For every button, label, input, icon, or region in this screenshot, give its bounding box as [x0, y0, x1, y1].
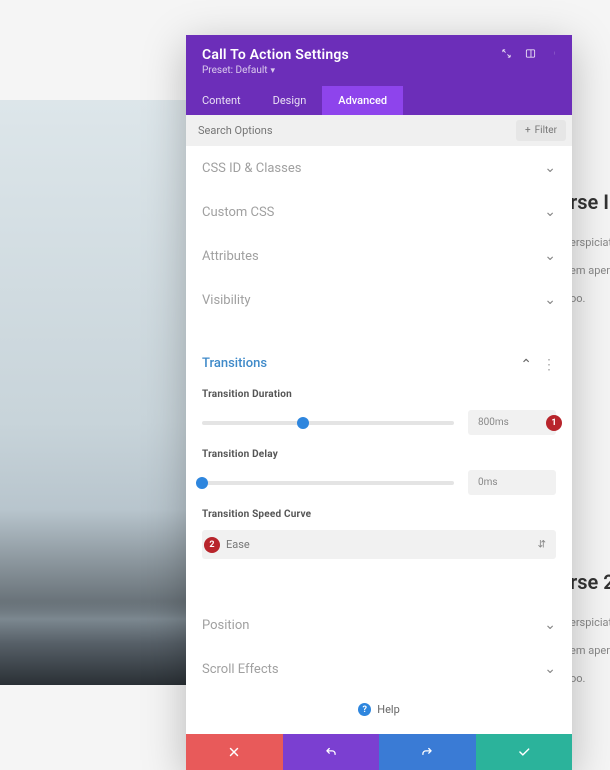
- section-label: Position: [202, 618, 249, 633]
- chevron-down-icon: ⌄: [544, 617, 556, 633]
- save-button[interactable]: [476, 734, 573, 770]
- search-input[interactable]: [186, 115, 510, 146]
- duration-slider[interactable]: [202, 421, 454, 425]
- bg-para: erspiciati: [570, 232, 610, 254]
- help-label: Help: [377, 703, 400, 716]
- search-bar: + Filter: [186, 115, 572, 146]
- section-visibility[interactable]: Visibility ⌄: [202, 278, 556, 322]
- select-value: Ease: [226, 538, 250, 551]
- chevron-down-icon: ⌄: [544, 248, 556, 264]
- close-icon: [227, 745, 241, 759]
- field-transition-speed-curve: Transition Speed Curve 2 Ease ⇵: [202, 509, 556, 559]
- delay-slider[interactable]: [202, 481, 454, 485]
- section-label: Attributes: [202, 249, 259, 264]
- plus-icon: +: [525, 125, 531, 136]
- speed-curve-select[interactable]: Ease: [202, 530, 556, 559]
- select-arrow-icon: ⇵: [538, 539, 546, 550]
- check-icon: [517, 745, 531, 759]
- section-label: Visibility: [202, 293, 251, 308]
- footer-actions: [186, 734, 572, 770]
- transitions-content: Transition Duration 800ms 1 Transition D…: [202, 387, 556, 585]
- section-label: Transitions: [202, 356, 267, 371]
- background-page-content: rse I erspiciati em aperi oo. rse 2 ersp…: [570, 190, 610, 690]
- slider-thumb[interactable]: [297, 417, 309, 429]
- help-link[interactable]: ? Help: [202, 691, 556, 730]
- chevron-down-icon: ⌄: [544, 292, 556, 308]
- annotation-marker-2: 2: [204, 537, 220, 553]
- section-css-id-classes[interactable]: CSS ID & Classes ⌄: [202, 146, 556, 190]
- tab-advanced[interactable]: Advanced: [322, 86, 403, 115]
- preset-selector[interactable]: Preset: Default▾: [202, 65, 556, 76]
- filter-button[interactable]: + Filter: [516, 120, 566, 141]
- section-custom-css[interactable]: Custom CSS ⌄: [202, 190, 556, 234]
- bg-heading-2: rse 2: [570, 570, 610, 594]
- bg-para: oo.: [570, 668, 610, 690]
- bg-para: em aperi: [570, 260, 610, 282]
- chevron-up-icon: ⌃: [520, 357, 532, 373]
- cancel-button[interactable]: [186, 734, 283, 770]
- field-transition-delay: Transition Delay 0ms: [202, 449, 556, 495]
- section-position[interactable]: Position ⌄: [202, 603, 556, 647]
- preset-label: Preset: Default: [202, 65, 268, 76]
- tab-design[interactable]: Design: [257, 86, 323, 115]
- bg-heading-1: rse I: [570, 190, 610, 214]
- tab-content[interactable]: Content: [186, 86, 257, 115]
- chevron-down-icon: ⌄: [544, 204, 556, 220]
- delay-value[interactable]: 0ms: [468, 470, 556, 495]
- chevron-down-icon: ▾: [271, 66, 276, 76]
- field-transition-duration: Transition Duration 800ms 1: [202, 389, 556, 435]
- more-icon[interactable]: ⋮: [542, 357, 556, 373]
- section-label: Scroll Effects: [202, 662, 279, 677]
- duration-value[interactable]: 800ms: [468, 410, 556, 435]
- filter-label: Filter: [535, 125, 557, 136]
- field-label: Transition Duration: [202, 389, 556, 400]
- more-icon[interactable]: [548, 47, 560, 59]
- bg-para: erspiciati: [570, 612, 610, 634]
- settings-panel: Call To Action Settings Preset: Default▾…: [186, 35, 572, 770]
- chevron-down-icon: ⌄: [544, 661, 556, 677]
- help-icon: ?: [358, 703, 371, 716]
- redo-icon: [420, 745, 434, 759]
- redo-button[interactable]: [379, 734, 476, 770]
- field-label: Transition Delay: [202, 449, 556, 460]
- slider-thumb[interactable]: [196, 477, 208, 489]
- section-label: CSS ID & Classes: [202, 161, 301, 176]
- section-attributes[interactable]: Attributes ⌄: [202, 234, 556, 278]
- bg-para: em aperi: [570, 640, 610, 662]
- panel-header: Call To Action Settings Preset: Default▾: [186, 35, 572, 86]
- expand-icon[interactable]: [500, 47, 512, 59]
- section-transitions[interactable]: Transitions ⌃ ⋮: [202, 340, 556, 387]
- sections-list: CSS ID & Classes ⌄ Custom CSS ⌄ Attribut…: [186, 146, 572, 734]
- section-label: Custom CSS: [202, 205, 274, 220]
- chevron-down-icon: ⌄: [544, 160, 556, 176]
- bg-para: oo.: [570, 288, 610, 310]
- panel-toggle-icon[interactable]: [524, 47, 536, 59]
- undo-icon: [324, 745, 338, 759]
- field-label: Transition Speed Curve: [202, 509, 556, 520]
- tab-bar: Content Design Advanced: [186, 86, 572, 115]
- undo-button[interactable]: [283, 734, 380, 770]
- annotation-marker-1: 1: [546, 415, 562, 431]
- section-scroll-effects[interactable]: Scroll Effects ⌄: [202, 647, 556, 691]
